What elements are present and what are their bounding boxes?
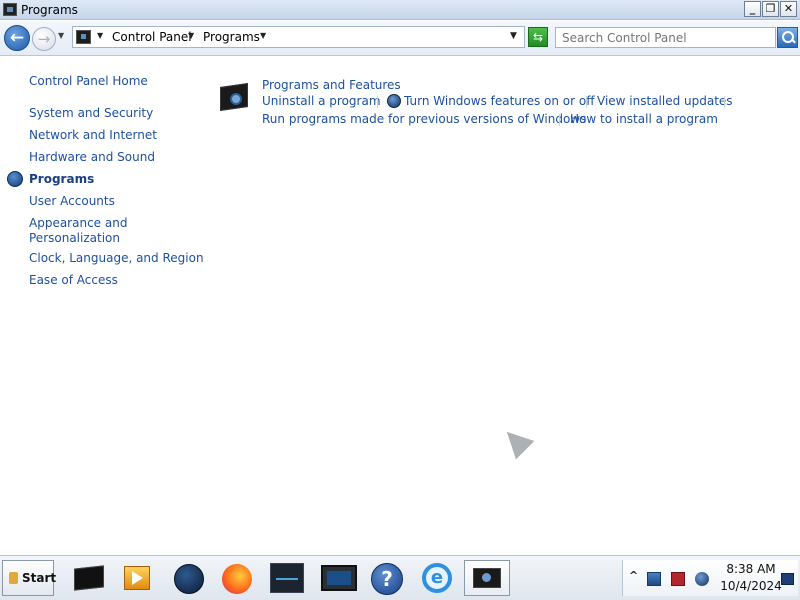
breadcrumb-programs[interactable]: Programs — [203, 30, 260, 44]
link-separator — [377, 96, 378, 108]
sidebar-item-user-accounts[interactable]: User Accounts — [29, 194, 115, 209]
sidebar-item-personalization[interactable]: Personalization — [29, 231, 120, 246]
compatibility-link[interactable]: Run programs made for previous versions … — [262, 112, 586, 126]
volume-tray-icon[interactable] — [695, 572, 709, 586]
programs-features-icon[interactable] — [218, 81, 250, 111]
taskbar-help[interactable]: ? — [364, 560, 410, 596]
address-bar: ← → ▼ ▼ Control Panel ▼ Programs ▼ ▼ ⇆ — [0, 21, 800, 56]
link-separator — [586, 96, 587, 108]
breadcrumb-arrow-icon[interactable]: ▼ — [260, 31, 266, 40]
breadcrumb[interactable]: ▼ Control Panel ▼ Programs ▼ ▼ — [72, 26, 525, 48]
windows-features-icon — [387, 94, 401, 108]
taskbar-terminal[interactable] — [66, 560, 112, 596]
firefox-icon — [222, 564, 252, 594]
flag-tray-icon[interactable] — [671, 572, 685, 586]
sidebar-item-programs[interactable]: Programs — [29, 172, 94, 187]
window-title: Programs — [21, 3, 78, 17]
link-separator — [724, 96, 725, 108]
clock-time[interactable]: 8:38 AM — [719, 562, 783, 576]
title-bar: Programs _ ❐ ✕ — [0, 0, 800, 20]
sidebar-item-ease-of-access[interactable]: Ease of Access — [29, 273, 118, 288]
taskbar-internet-explorer[interactable]: e — [414, 560, 460, 596]
start-button[interactable]: Start — [2, 560, 57, 596]
globe-app-icon — [174, 564, 204, 594]
recent-pages-dropdown[interactable]: ▼ — [58, 31, 64, 40]
sidebar-item-system-security[interactable]: System and Security — [29, 106, 153, 121]
restore-button[interactable]: ❐ — [762, 1, 779, 17]
forward-button[interactable]: → — [32, 27, 56, 51]
sidebar-item-network-internet[interactable]: Network and Internet — [29, 128, 157, 143]
refresh-button[interactable]: ⇆ — [528, 27, 548, 47]
windows-logo-icon — [9, 572, 18, 584]
show-desktop-button[interactable] — [781, 573, 794, 585]
how-to-install-link[interactable]: How to install a program — [570, 112, 718, 126]
windows-features-link[interactable]: Turn Windows features on or off — [404, 94, 595, 108]
control-panel-icon — [3, 3, 17, 16]
taskbar-firefox[interactable] — [214, 560, 260, 596]
breadcrumb-control-panel[interactable]: Control Panel — [112, 30, 192, 44]
taskbar-display-app[interactable] — [316, 560, 362, 596]
system-tray: ^ 8:38 AM 10/4/2024 — [622, 560, 798, 596]
sidebar-item-clock-language-region[interactable]: Clock, Language, and Region — [29, 251, 204, 266]
breadcrumb-arrow-icon[interactable]: ▼ — [188, 31, 194, 40]
uninstall-program-link[interactable]: Uninstall a program — [262, 94, 381, 108]
sidebar-item-hardware-sound[interactable]: Hardware and Sound — [29, 150, 155, 165]
taskbar: Start ? e ^ 8:38 AM 10/4/2024 — [0, 555, 800, 600]
address-dropdown-icon[interactable]: ▼ — [510, 31, 517, 41]
control-panel-home-link[interactable]: Control Panel Home — [29, 74, 148, 89]
show-hidden-icons-button[interactable]: ^ — [629, 569, 638, 582]
taskbar-control-panel[interactable] — [464, 560, 510, 596]
taskbar-globe-app[interactable] — [166, 560, 212, 596]
help-icon: ? — [371, 563, 403, 595]
programs-features-title[interactable]: Programs and Features — [262, 78, 401, 92]
back-button[interactable]: ← — [4, 25, 30, 51]
search-field[interactable] — [555, 27, 776, 48]
mouse-cursor — [497, 422, 535, 460]
clock-date[interactable]: 10/4/2024 — [719, 579, 783, 593]
close-button[interactable]: ✕ — [780, 1, 797, 17]
link-separator — [559, 114, 560, 126]
sidebar-item-appearance[interactable]: Appearance and — [29, 216, 127, 231]
taskbar-media-player[interactable] — [114, 560, 160, 596]
internet-explorer-icon: e — [422, 563, 452, 593]
network-tray-icon[interactable] — [647, 572, 661, 586]
breadcrumb-arrow-icon[interactable]: ▼ — [97, 31, 103, 40]
minimize-button[interactable]: _ — [744, 1, 761, 17]
taskbar-monitor-app[interactable] — [264, 560, 310, 596]
control-panel-icon — [76, 30, 91, 44]
terminal-icon — [74, 565, 104, 591]
search-input[interactable] — [556, 28, 766, 47]
search-icon[interactable] — [777, 27, 798, 48]
installed-updates-link[interactable]: View installed updates — [597, 94, 733, 108]
current-category-icon — [7, 171, 23, 187]
start-label: Start — [22, 571, 57, 585]
